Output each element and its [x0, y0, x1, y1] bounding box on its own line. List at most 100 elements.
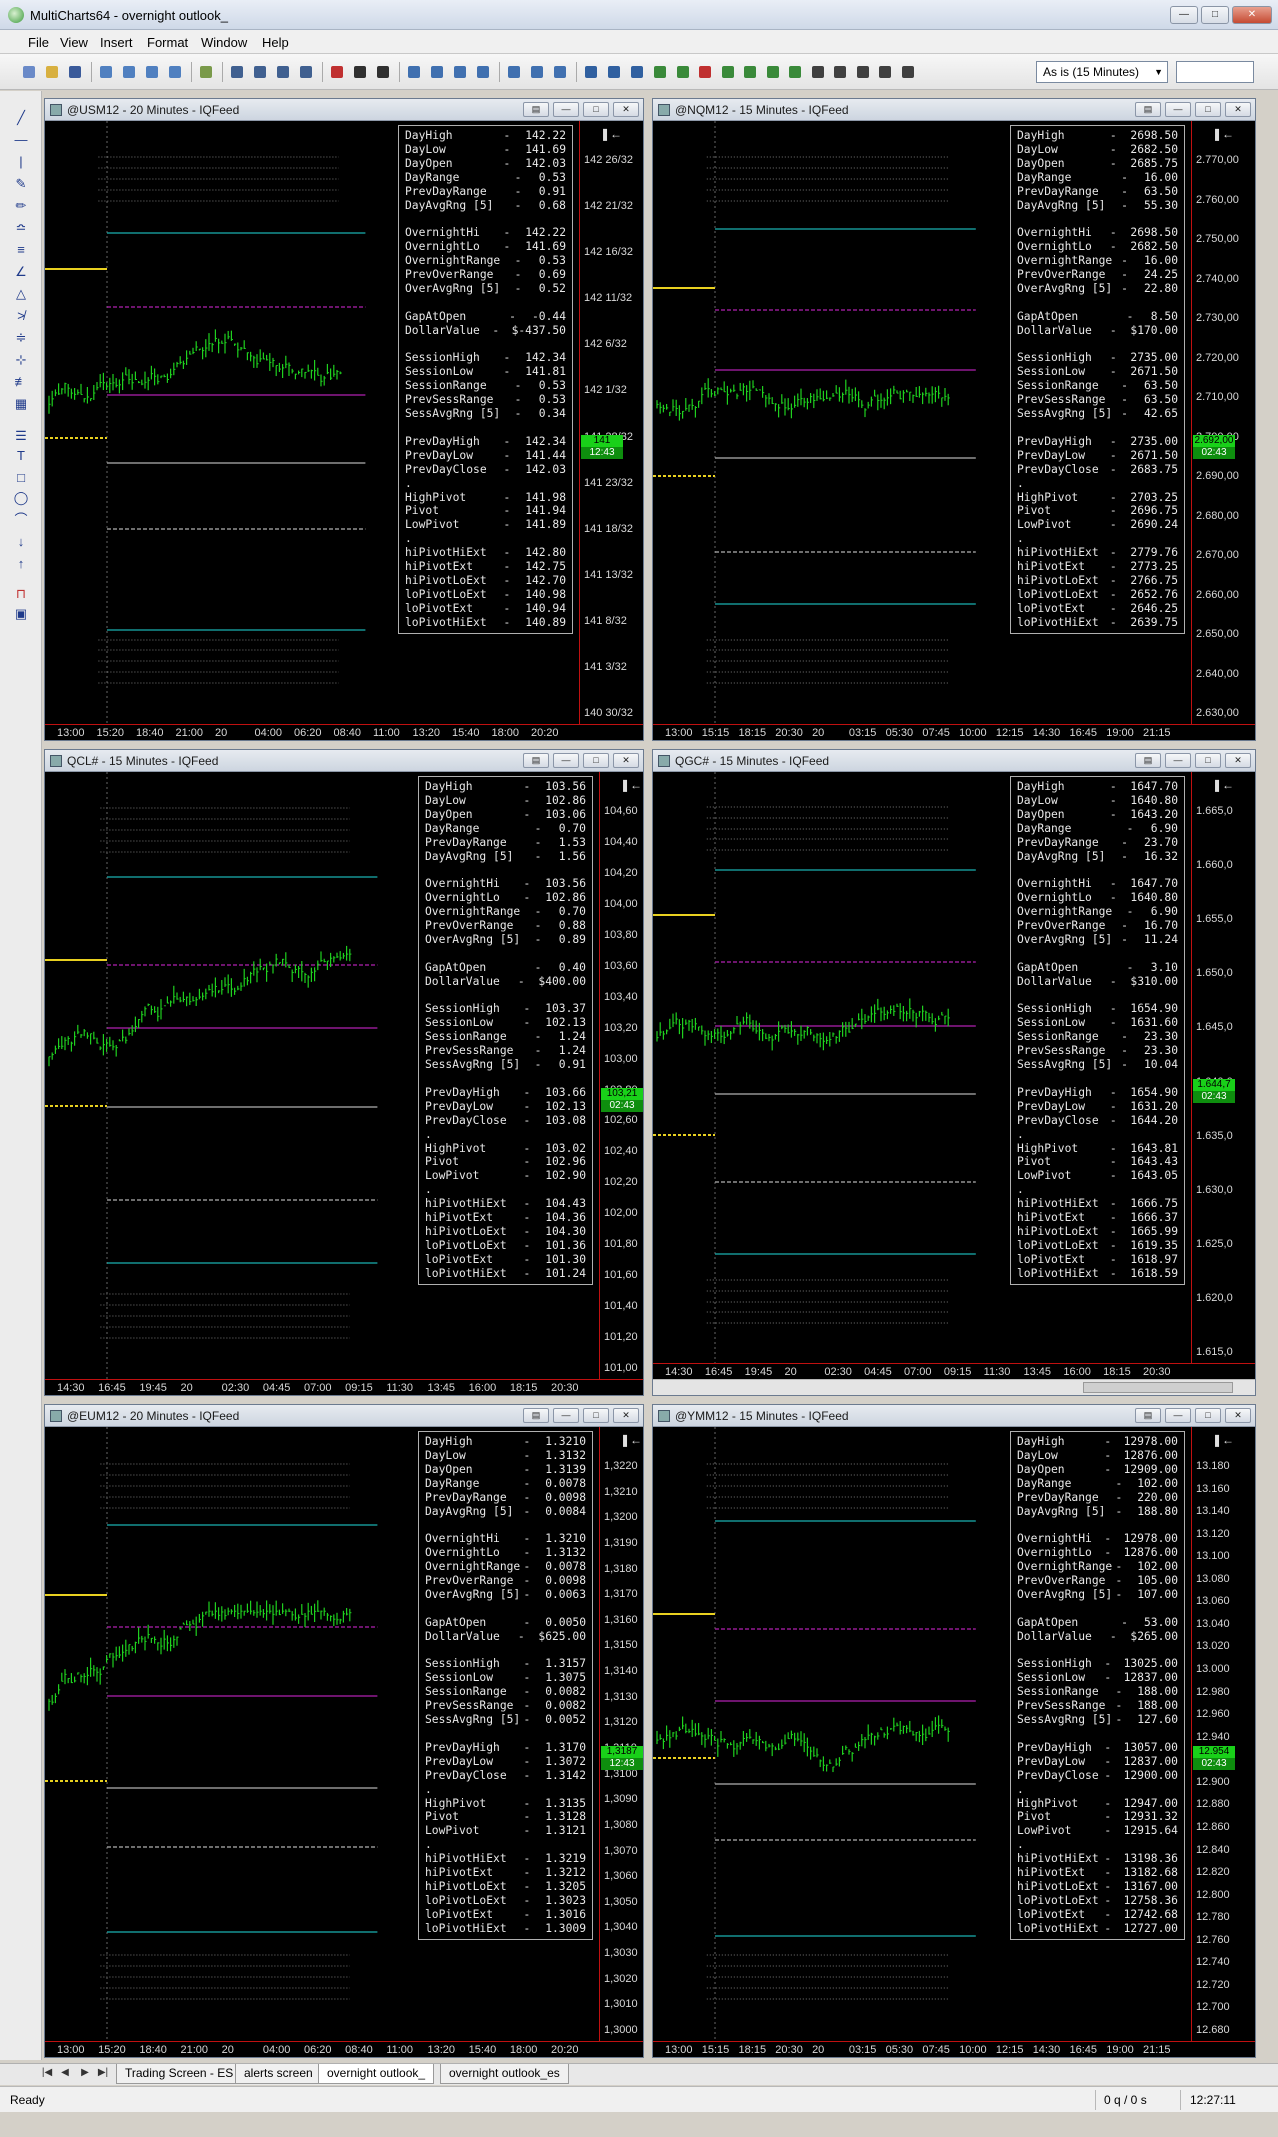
- chart-close-button[interactable]: ✕: [613, 1408, 639, 1423]
- scale-down-icon[interactable]: [674, 63, 692, 81]
- price-axis[interactable]: 104,60 104,40 104,20 104,00 103,80 103,60 103,…: [599, 772, 643, 1379]
- chart-window[interactable]: @USM12 - 20 Minutes - IQFeed ▤ — □ ✕ DayHigh -…: [44, 98, 644, 741]
- chart-close-button[interactable]: ✕: [613, 753, 639, 768]
- insert-dom-icon[interactable]: [143, 63, 161, 81]
- gann-icon[interactable]: ≑: [11, 329, 31, 347]
- chart-window[interactable]: @EUM12 - 20 Minutes - IQFeed ▤ — □ ✕ DayHigh -…: [44, 1404, 644, 2058]
- grid-tool-icon[interactable]: ▦: [11, 395, 31, 413]
- fib-icon[interactable]: ≡: [11, 241, 31, 259]
- vertical-line-icon[interactable]: |: [11, 153, 31, 171]
- arrow-down-icon[interactable]: [764, 63, 782, 81]
- symbol-input[interactable]: [1176, 61, 1254, 83]
- tab-trading-screen-es[interactable]: Trading Screen - ES: [116, 2064, 243, 2084]
- snap-icon[interactable]: ▣: [11, 605, 31, 623]
- tab-overnight-outlook[interactable]: overnight outlook_: [318, 2064, 435, 2084]
- scale-up-icon[interactable]: [651, 63, 669, 81]
- pen-icon[interactable]: ✏: [11, 197, 31, 215]
- chart-minimize-button[interactable]: —: [1165, 1408, 1191, 1423]
- chart-minimize-button[interactable]: —: [1165, 102, 1191, 117]
- crosshair-icon[interactable]: [374, 63, 392, 81]
- line-icon[interactable]: ╱: [11, 109, 31, 127]
- search-icon[interactable]: [854, 63, 872, 81]
- scroll-to-end-icon[interactable]: ❚←: [1212, 1433, 1234, 1447]
- minimize-button[interactable]: —: [1170, 6, 1198, 24]
- chart-minimize-button[interactable]: —: [1165, 753, 1191, 768]
- insert-chart-icon[interactable]: [97, 63, 115, 81]
- cursor-icon[interactable]: [351, 63, 369, 81]
- chart-minimize-button[interactable]: —: [553, 102, 579, 117]
- tab-alerts-screen[interactable]: alerts screen: [235, 2064, 322, 2084]
- save-icon[interactable]: [66, 63, 84, 81]
- chart-settings-button[interactable]: ▤: [1135, 753, 1161, 768]
- menu-view[interactable]: View: [60, 35, 88, 50]
- chart-title-bar[interactable]: @NQM12 - 15 Minutes - IQFeed ▤ — □ ✕: [653, 99, 1255, 121]
- chart-title-bar[interactable]: QCL# - 15 Minutes - IQFeed ▤ — □ ✕: [45, 750, 643, 772]
- scroll-to-end-icon[interactable]: ❚←: [1212, 778, 1234, 792]
- scroll-left-icon[interactable]: [605, 63, 623, 81]
- resolution-select[interactable]: As is (15 Minutes) ▼: [1036, 61, 1168, 83]
- fan-icon[interactable]: ≯: [11, 307, 31, 325]
- scrollbar-thumb[interactable]: [1083, 1382, 1233, 1393]
- time-axis[interactable]: 14:30 16:45 19:45 20 02:30 04:45 07:00 09:15 11:…: [653, 1363, 1255, 1379]
- magnet-icon[interactable]: ⊓: [11, 585, 31, 603]
- flag-icon[interactable]: [451, 63, 469, 81]
- menu-help[interactable]: Help: [262, 35, 289, 50]
- chart-window[interactable]: @NQM12 - 15 Minutes - IQFeed ▤ — □ ✕ DayHigh -…: [652, 98, 1256, 741]
- maximize-button[interactable]: □: [1201, 6, 1229, 24]
- scroll-to-end-icon[interactable]: ❚←: [1212, 127, 1234, 141]
- hand-icon[interactable]: [899, 63, 917, 81]
- chart-settings-button[interactable]: ▤: [1135, 1408, 1161, 1423]
- insert-order-icon[interactable]: [166, 63, 184, 81]
- menu-format[interactable]: Format: [147, 35, 188, 50]
- pitchfork-icon[interactable]: ⊹: [11, 351, 31, 369]
- close-button[interactable]: ✕: [1232, 6, 1272, 24]
- scroll-begin-icon[interactable]: [582, 63, 600, 81]
- down-arrow-icon[interactable]: ↓: [11, 533, 31, 551]
- price-axis[interactable]: 1.665,01.660,01.655,01.650,01.645,01.640…: [1191, 772, 1255, 1363]
- menu-file[interactable]: File: [28, 35, 49, 50]
- scroll-right-icon[interactable]: [628, 63, 646, 81]
- up-arrow-icon[interactable]: ↑: [11, 555, 31, 573]
- chart-maximize-button[interactable]: □: [1195, 753, 1221, 768]
- chart-title-bar[interactable]: QGC# - 15 Minutes - IQFeed ▤ — □ ✕: [653, 750, 1255, 772]
- tab-prev-icon[interactable]: ◀: [58, 2067, 72, 2078]
- open-icon[interactable]: [43, 63, 61, 81]
- status-icon[interactable]: [251, 63, 269, 81]
- cascade-icon[interactable]: [528, 63, 546, 81]
- tab-last-icon[interactable]: ▶|: [96, 2067, 110, 2078]
- chart-minimize-button[interactable]: —: [553, 753, 579, 768]
- time-axis[interactable]: 13:00 15:20 18:40 21:00 20 04:00 06:20 08:40 11:…: [45, 2041, 643, 2057]
- chart-window[interactable]: QCL# - 15 Minutes - IQFeed ▤ — □ ✕ DayHigh -10…: [44, 749, 644, 1396]
- chart-close-button[interactable]: ✕: [1225, 1408, 1251, 1423]
- arrow-up-icon[interactable]: [741, 63, 759, 81]
- new-workspace-icon[interactable]: [20, 63, 38, 81]
- scroll-to-end-icon[interactable]: ❚←: [620, 778, 642, 792]
- chart-title-bar[interactable]: @EUM12 - 20 Minutes - IQFeed ▤ — □ ✕: [45, 1405, 643, 1427]
- indicators-icon[interactable]: [228, 63, 246, 81]
- chart-settings-button[interactable]: ▤: [1135, 102, 1161, 117]
- chart-close-button[interactable]: ✕: [1225, 753, 1251, 768]
- cross-icon[interactable]: [328, 63, 346, 81]
- text-icon[interactable]: T: [11, 447, 31, 465]
- horizontal-scrollbar[interactable]: [653, 1379, 1255, 1395]
- chart-window[interactable]: QGC# - 15 Minutes - IQFeed ▤ — □ ✕ DayHigh -16…: [652, 749, 1256, 1396]
- chart-maximize-button[interactable]: □: [583, 102, 609, 117]
- time-axis[interactable]: 13:00 15:20 18:40 21:00 20 04:00 06:20 08:40 11:…: [45, 724, 643, 740]
- zoom-out-icon[interactable]: [831, 63, 849, 81]
- pencil-icon[interactable]: ✎: [11, 175, 31, 193]
- price-axis[interactable]: 2.770,00 2.760,00 2.750,00 2.740,00 2.730,00…: [1191, 121, 1255, 724]
- angle-icon[interactable]: ∠: [11, 263, 31, 281]
- tab-first-icon[interactable]: |◀: [40, 2067, 54, 2078]
- chart-settings-button[interactable]: ▤: [523, 753, 549, 768]
- triangle-icon[interactable]: △: [11, 285, 31, 303]
- tab-overnight-outlook-es[interactable]: overnight outlook_es: [440, 2064, 569, 2084]
- chart-maximize-button[interactable]: □: [583, 753, 609, 768]
- time-axis[interactable]: 13:00 15:15 18:15 20:30 20 03:15 05:30 07:45 10:…: [653, 2041, 1255, 2057]
- trend-up-icon[interactable]: [696, 63, 714, 81]
- arc-icon[interactable]: ⌒: [11, 511, 31, 529]
- chart-maximize-button[interactable]: □: [1195, 102, 1221, 117]
- chart-window[interactable]: @YMM12 - 15 Minutes - IQFeed ▤ — □ ✕ DayHigh -…: [652, 1404, 1256, 2058]
- grid-icon[interactable]: [551, 63, 569, 81]
- menu-window[interactable]: Window: [201, 35, 247, 50]
- chart-title-bar[interactable]: @YMM12 - 15 Minutes - IQFeed ▤ — □ ✕: [653, 1405, 1255, 1427]
